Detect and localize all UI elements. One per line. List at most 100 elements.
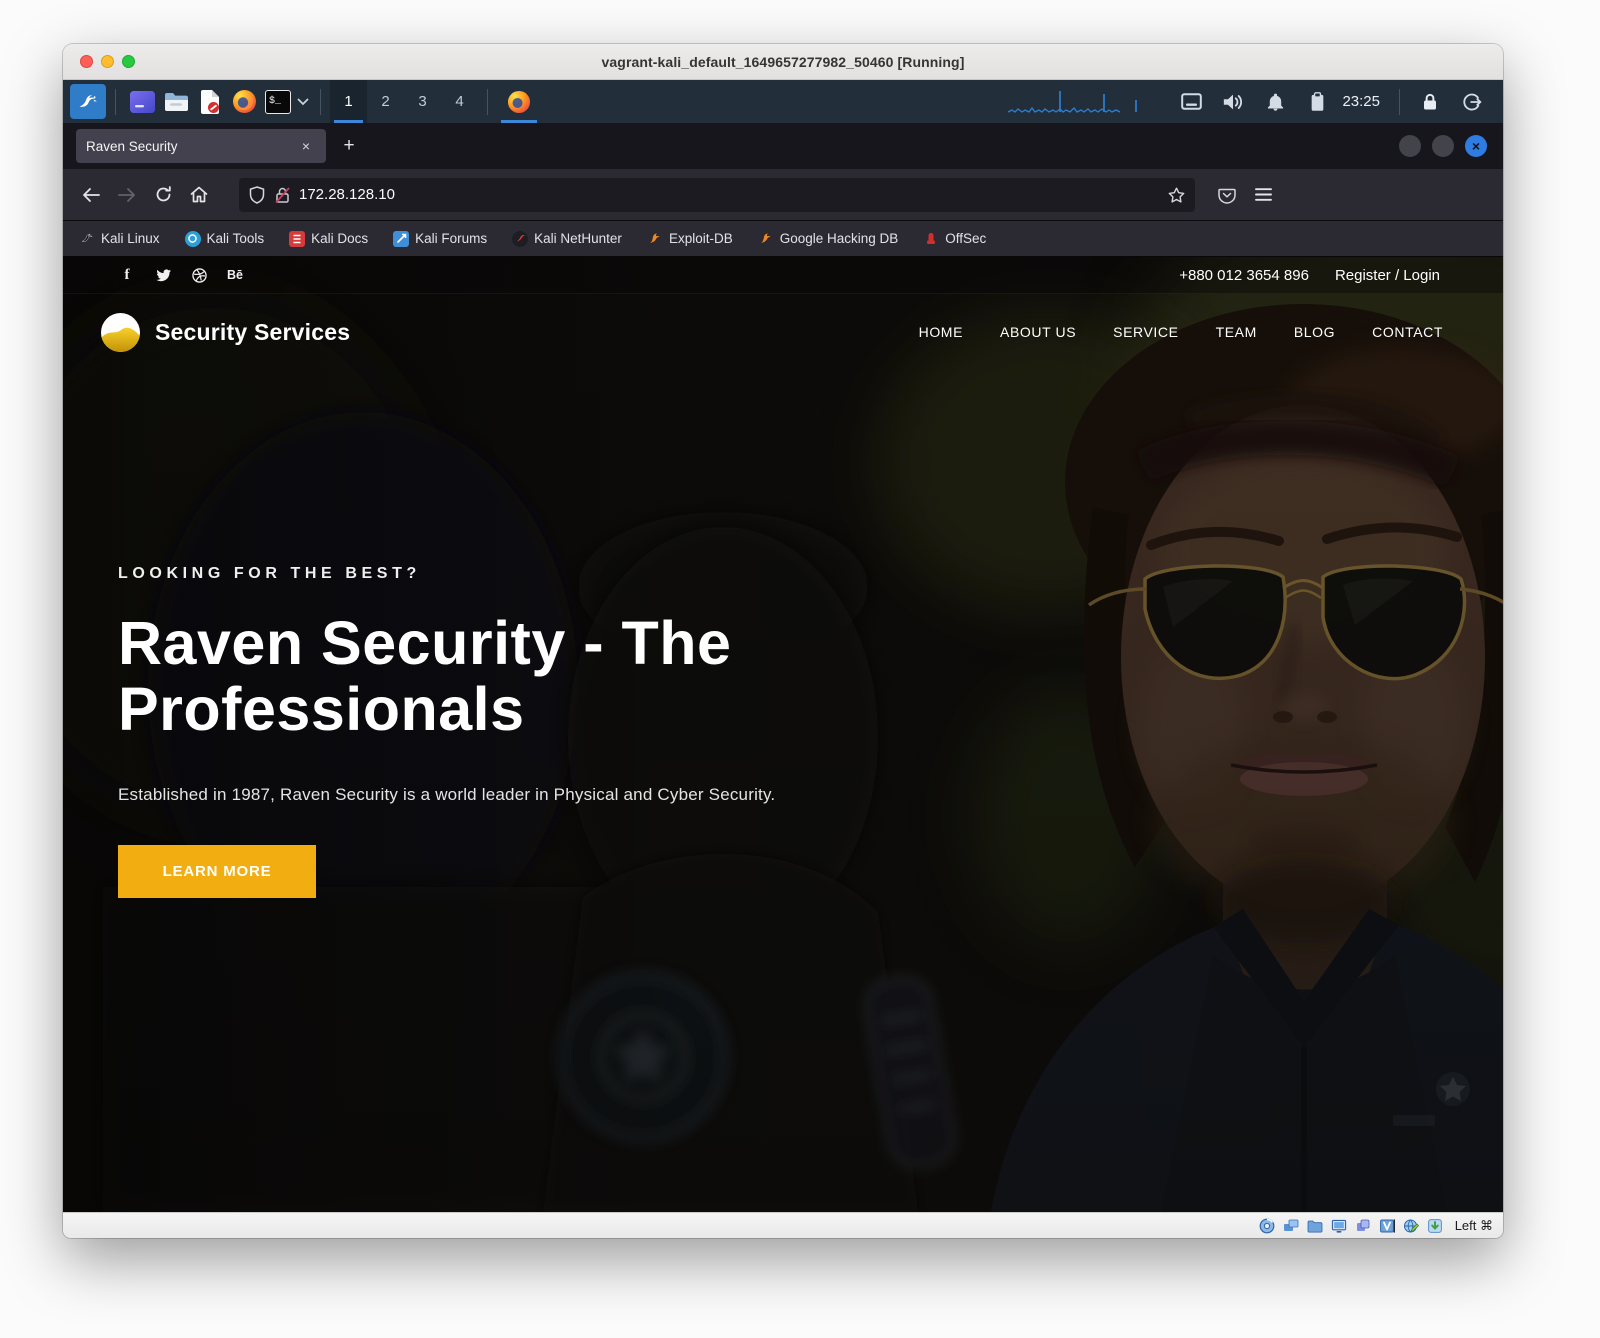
bookmarks-toolbar: Kali Linux Kali Tools Kali Docs Kali For… <box>63 221 1503 257</box>
tab-raven-security[interactable]: Raven Security × <box>76 129 326 163</box>
tracking-shield-icon[interactable] <box>249 186 265 204</box>
workspace-2[interactable]: 2 <box>367 80 404 123</box>
topbar-right: +880 012 3654 896 Register / Login <box>1179 267 1440 284</box>
reload-button[interactable] <box>145 177 181 213</box>
back-button[interactable] <box>73 177 109 213</box>
window-app-icon <box>130 91 155 113</box>
clipboard-tray[interactable] <box>1296 80 1338 123</box>
bookmark-star-icon[interactable] <box>1168 187 1185 203</box>
nav-about-us[interactable]: ABOUT US <box>1000 324 1076 340</box>
nav-home[interactable]: HOME <box>919 324 963 340</box>
logout-button[interactable] <box>1451 80 1493 123</box>
nav-blog[interactable]: BLOG <box>1294 324 1335 340</box>
address-bar[interactable]: 172.28.128.10 <box>239 178 1195 212</box>
hero-subtitle: Established in 1987, Raven Security is a… <box>118 785 818 805</box>
zoom-window-button[interactable] <box>122 55 135 68</box>
recording-icon[interactable] <box>1379 1217 1396 1234</box>
menu-hamburger-button[interactable] <box>1245 177 1281 213</box>
document-icon <box>200 90 220 114</box>
url-text[interactable]: 172.28.128.10 <box>299 186 1168 203</box>
bookmark-kali-linux[interactable]: Kali Linux <box>79 231 160 247</box>
panel-separator <box>115 89 116 115</box>
behance-icon[interactable]: Bē <box>226 268 244 282</box>
shared-clipboard-icon[interactable] <box>1403 1217 1420 1234</box>
launcher-expand-chevron[interactable] <box>295 98 311 106</box>
macos-titlebar: vagrant-kali_default_1649657277982_50460… <box>63 44 1503 80</box>
launcher-file-manager[interactable] <box>159 84 193 119</box>
hard-disk-icon[interactable] <box>1259 1217 1276 1234</box>
launcher-firefox[interactable] <box>227 84 261 119</box>
traffic-lights <box>80 44 135 79</box>
pocket-button[interactable] <box>1209 177 1245 213</box>
chevron-down-icon <box>297 98 309 106</box>
workspace-label: 1 <box>344 93 352 110</box>
bookmark-kali-nethunter[interactable]: Kali NetHunter <box>512 231 622 247</box>
site-brand[interactable]: Security Services <box>100 312 350 353</box>
register-login-link[interactable]: Register / Login <box>1335 267 1440 284</box>
offsec-bookmark-icon <box>923 231 939 247</box>
forward-button[interactable] <box>109 177 145 213</box>
exploit-db-bookmark-icon <box>647 231 663 247</box>
workspace-3[interactable]: 3 <box>404 80 441 123</box>
bookmark-kali-forums[interactable]: Kali Forums <box>393 231 487 247</box>
site-nav: HOME ABOUT US SERVICE TEAM BLOG CONTACT <box>919 324 1443 340</box>
network-icon[interactable] <box>1283 1217 1300 1234</box>
wm-close-button[interactable]: × <box>1465 135 1487 157</box>
minimize-window-button[interactable] <box>101 55 114 68</box>
bookmark-exploit-db[interactable]: Exploit-DB <box>647 231 733 247</box>
screen-lock-button[interactable] <box>1409 80 1451 123</box>
notifications-tray[interactable] <box>1254 80 1296 123</box>
folder-icon <box>164 91 189 112</box>
dribbble-icon[interactable] <box>190 268 208 283</box>
bookmark-kali-docs[interactable]: Kali Docs <box>289 231 368 247</box>
phone-number: +880 012 3654 896 <box>1179 267 1309 284</box>
close-window-button[interactable] <box>80 55 93 68</box>
learn-more-button[interactable]: LEARN MORE <box>118 845 316 898</box>
desktop-background: vagrant-kali_default_1649657277982_50460… <box>0 0 1600 1338</box>
display-icon <box>1181 93 1202 111</box>
home-button[interactable] <box>181 177 217 213</box>
nav-service[interactable]: SERVICE <box>1113 324 1178 340</box>
wm-maximize-button[interactable] <box>1432 135 1454 157</box>
launcher-appfinder[interactable] <box>125 84 159 119</box>
speaker-icon <box>1222 92 1244 112</box>
page-viewport: f Bē +880 012 3654 896 Register / Login <box>63 257 1503 1212</box>
usb-icon[interactable] <box>1355 1217 1372 1234</box>
bookmark-offsec[interactable]: OffSec <box>923 231 986 247</box>
nav-team[interactable]: TEAM <box>1216 324 1257 340</box>
workspace-1[interactable]: 1 <box>330 80 367 123</box>
virtualbox-window: vagrant-kali_default_1649657277982_50460… <box>63 44 1503 1238</box>
cpu-graph[interactable] <box>1006 88 1170 115</box>
features-icon[interactable] <box>1427 1217 1444 1234</box>
taskbar-firefox-window[interactable] <box>497 80 541 123</box>
display-settings-tray[interactable] <box>1170 80 1212 123</box>
shared-folders-icon[interactable] <box>1307 1217 1324 1234</box>
panel-right-group: 23:25 <box>1006 80 1503 123</box>
twitter-icon[interactable] <box>154 269 172 282</box>
workspace-label: 3 <box>418 93 426 110</box>
kali-taskbar: $_ 1 2 3 4 <box>63 80 1503 123</box>
panel-clock[interactable]: 23:25 <box>1338 93 1390 110</box>
bookmark-kali-tools[interactable]: Kali Tools <box>185 231 265 247</box>
workspace-label: 4 <box>455 93 463 110</box>
wm-minimize-button[interactable] <box>1399 135 1421 157</box>
lock-icon <box>1421 92 1439 112</box>
tab-close-button[interactable]: × <box>296 136 316 156</box>
insecure-lock-icon[interactable] <box>274 186 291 204</box>
bookmark-google-hacking-db[interactable]: Google Hacking DB <box>758 231 899 247</box>
window-title: vagrant-kali_default_1649657277982_50460… <box>602 54 965 70</box>
kali-forums-bookmark-icon <box>393 231 409 247</box>
workspace-4[interactable]: 4 <box>441 80 478 123</box>
volume-tray[interactable] <box>1212 80 1254 123</box>
hero-kicker: LOOKING FOR THE BEST? <box>118 565 818 583</box>
nav-contact[interactable]: CONTACT <box>1372 324 1443 340</box>
facebook-icon[interactable]: f <box>118 267 136 284</box>
kali-menu-button[interactable] <box>70 84 106 119</box>
launcher-text-editor[interactable] <box>193 84 227 119</box>
clipboard-icon <box>1309 92 1326 112</box>
social-links: f Bē <box>118 267 244 284</box>
new-tab-button[interactable]: + <box>334 131 364 161</box>
site-topbar: f Bē +880 012 3654 896 Register / Login <box>63 257 1503 294</box>
display-icon[interactable] <box>1331 1217 1348 1234</box>
launcher-terminal[interactable]: $_ <box>261 84 295 119</box>
